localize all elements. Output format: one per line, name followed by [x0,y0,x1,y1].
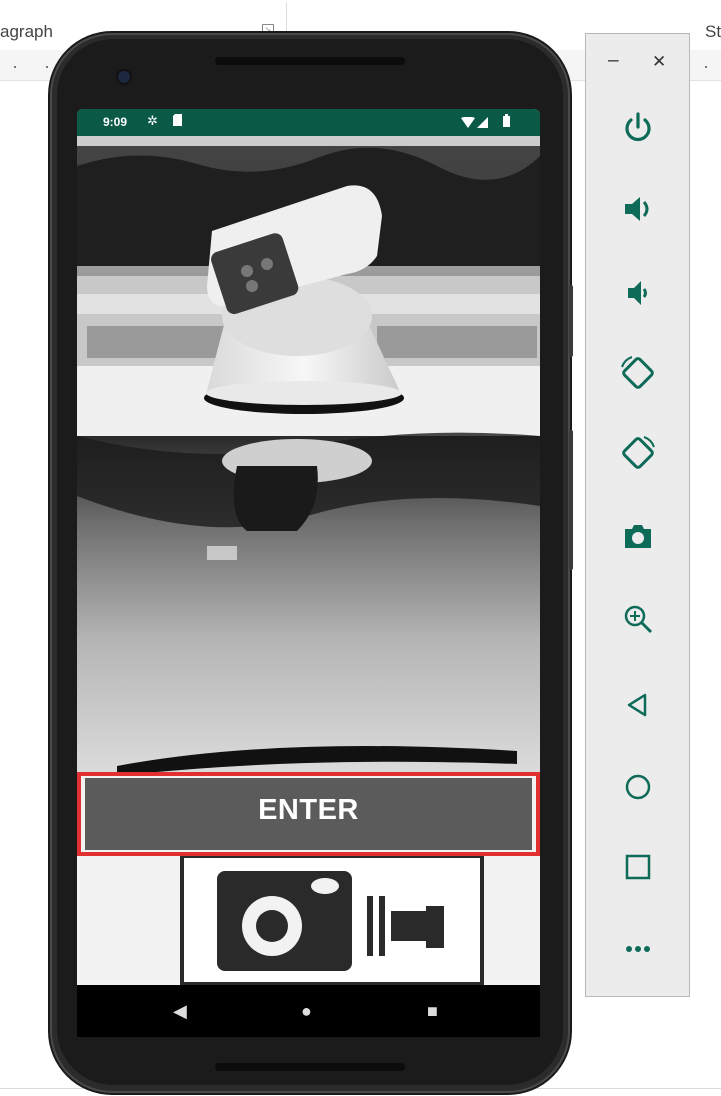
screenshot-button[interactable] [611,509,665,563]
rotate-right-icon [622,436,655,469]
phone-power-key[interactable] [569,285,573,357]
minimize-button[interactable]: – [608,50,619,72]
overview-icon [625,854,651,880]
navigation-bar: ◀ ● ■ [77,985,540,1037]
enter-button[interactable]: ENTER [77,772,540,856]
zoom-button[interactable] [611,592,665,646]
ruler-tick [14,66,16,68]
signal-icon [477,116,488,131]
battery-icon [503,114,510,130]
wifi-icon [461,116,475,131]
nav-home-button[interactable]: ● [301,1000,312,1022]
enter-button-label: ENTER [258,794,359,826]
back-icon [627,693,647,717]
ruler-tick [46,66,48,68]
more-button[interactable] [611,922,665,976]
home-icon [625,774,651,800]
emulator-toolbar: – ✕ [585,33,690,997]
overview-button[interactable] [611,840,665,894]
volume-down-icon [628,281,647,305]
front-camera-icon [118,71,130,83]
bottom-speaker [215,1063,405,1071]
close-button[interactable]: ✕ [652,52,666,72]
ribbon-group-label: agraph [0,22,53,41]
phone-screen: 9:09 ✲ ENTER [77,109,540,985]
more-icon [626,946,650,952]
rotate-left-button[interactable] [611,346,665,400]
back-button[interactable] [611,678,665,732]
background-photo [77,136,540,985]
volume-down-button[interactable] [611,266,665,320]
screenshot-icon [625,525,651,548]
phone-volume-key[interactable] [569,430,573,570]
zoom-icon [624,605,653,634]
rotate-right-button[interactable] [611,426,665,480]
rotate-left-icon [621,356,654,389]
nav-recents-button[interactable]: ■ [427,1000,438,1022]
nav-back-button[interactable]: ◀ [173,1000,187,1022]
settings-icon: ✲ [147,113,158,128]
earpiece-speaker [215,57,405,65]
volume-up-button[interactable] [611,182,665,236]
ribbon-group-label-right: St [705,22,721,41]
power-icon [625,112,651,142]
sd-card-icon [173,114,182,129]
power-button[interactable] [611,101,665,155]
status-time: 9:09 [103,115,128,129]
status-bar: 9:09 ✲ [77,109,540,136]
home-button[interactable] [611,760,665,814]
ruler-tick [705,66,707,68]
volume-up-icon [625,197,649,221]
